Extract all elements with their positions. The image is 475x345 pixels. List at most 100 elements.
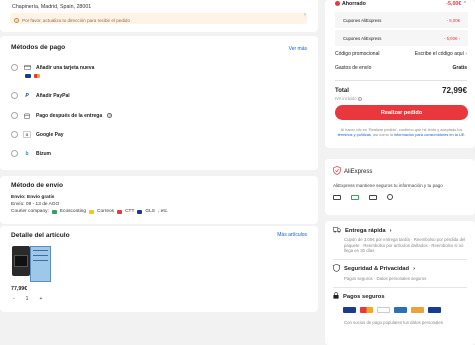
help-icon[interactable]: ?	[107, 113, 113, 118]
payment-option-google-pay[interactable]: G Google Pay	[11, 131, 64, 138]
courier-name: CTT	[125, 209, 135, 214]
jcb-icon	[428, 307, 441, 313]
calendar-icon	[23, 112, 31, 119]
fast-delivery-header[interactable]: Entrega rápida ›	[333, 227, 467, 235]
diners-icon	[377, 307, 390, 313]
courier-name: GLS	[145, 209, 155, 214]
ctt-icon	[117, 209, 123, 214]
courier-list: Courier company: Ecoscooting Correos CTT…	[11, 209, 307, 214]
chevron-right-icon[interactable]: ›	[390, 228, 392, 234]
chevron-up-icon[interactable]: ⌃	[463, 1, 467, 7]
shipping-cost-label: Gastos de envío	[335, 65, 372, 71]
promo-code-row[interactable]: Código promocional Escribe el código aqu…	[335, 51, 467, 57]
product-image[interactable]	[12, 246, 30, 276]
coupon-value: - 5,00€	[443, 35, 458, 41]
security-badge-icon	[369, 194, 377, 200]
aliexpress-trust-card: AliExpress AliExpress mantiene seguros t…	[325, 159, 475, 215]
payment-option-label: Añadir una tarjeta nueva	[36, 64, 95, 71]
safekey-icon	[394, 307, 407, 313]
more-items-link[interactable]: Más artículos	[277, 232, 307, 238]
paypal-icon: P	[25, 92, 29, 99]
legal-notice: Al hacer clic en 'Realizar pedido', conf…	[335, 127, 468, 137]
payment-option-cash-on-delivery[interactable]: Pago después de la entrega ?	[11, 112, 113, 119]
shipping-method-card: Método de envío Envío: Envío gratis Enví…	[0, 176, 318, 224]
chevron-right-icon[interactable]: ›	[465, 51, 467, 57]
payment-option-bizum[interactable]: b Bizum	[11, 150, 51, 157]
chevron-right-icon[interactable]: ›	[459, 36, 460, 41]
legal-mid: , así como la	[370, 132, 393, 138]
payment-option-label: Pago después de la entrega	[36, 112, 103, 119]
payment-option-paypal[interactable]: P Añadir PayPal	[11, 92, 70, 99]
benefits-card: Entrega rápida › Cupón de 3,00€ por entr…	[325, 221, 475, 345]
google-pay-icon: G	[23, 131, 31, 138]
security-privacy-title: Seguridad & Privacidad	[344, 266, 410, 272]
payment-option-label: Bizum	[36, 150, 51, 157]
shield-check-icon	[333, 166, 341, 177]
payment-title: Métodos de pago	[11, 44, 66, 51]
mastercard-icon	[34, 74, 40, 78]
chevron-right-icon[interactable]: ›	[413, 266, 415, 272]
info-icon[interactable]: i	[357, 97, 362, 101]
divider	[335, 80, 467, 81]
payment-see-more-link[interactable]: Ver más	[289, 46, 307, 52]
checkout-main: Chapinería, Madrid, Spain, 28001 ! Por f…	[0, 0, 318, 312]
divider	[333, 258, 467, 259]
radio-button[interactable]	[11, 150, 18, 157]
terms-link[interactable]: términos y políticas	[338, 132, 371, 137]
qty-decrease-button[interactable]: -	[13, 296, 15, 302]
place-order-button[interactable]: Realizar pedido	[335, 105, 468, 120]
coupon-label: Cupones AliExpress	[343, 35, 382, 41]
mastercard-icon	[360, 307, 373, 313]
eu-info-link[interactable]: información para consumidores en la UE	[394, 132, 464, 137]
payment-option-new-card[interactable]: Añadir una tarjeta nueva	[11, 64, 94, 71]
security-privacy-text: Pagos seguros · Datos personales seguros	[344, 276, 427, 281]
product-image[interactable]	[30, 246, 51, 282]
aliexpress-desc: AliExpress mantiene seguros tu informaci…	[333, 183, 443, 188]
security-privacy-header[interactable]: Seguridad & Privacidad ›	[333, 264, 467, 274]
visa-icon	[343, 307, 356, 313]
item-price: 77,99€	[11, 286, 28, 292]
payment-option-label: Google Pay	[36, 131, 64, 138]
lock-icon	[333, 292, 339, 301]
bizum-icon: b	[25, 150, 29, 157]
chevron-right-icon[interactable]: ›	[304, 12, 306, 18]
fast-delivery-title: Entrega rápida	[345, 228, 386, 234]
card-brand-logos	[25, 74, 40, 78]
radio-button[interactable]	[11, 131, 18, 138]
aliexpress-header: AliExpress	[333, 166, 467, 177]
saved-label: Ahorrado	[342, 1, 366, 7]
qty-increase-button[interactable]: +	[39, 296, 42, 302]
shipping-cost-row: Gastos de envío Gratis	[335, 65, 467, 71]
qty-value[interactable]: 1	[26, 296, 29, 302]
address-card: Chapinería, Madrid, Spain, 28001 ! Por f…	[0, 0, 318, 32]
aliexpress-brand: AliExpress	[344, 168, 373, 175]
payment-option-label: Añadir PayPal	[36, 92, 70, 99]
visa-icon	[25, 74, 31, 78]
discount-icon	[335, 1, 340, 7]
address-warning: ! Por favor, actualiza tu dirección para…	[10, 13, 307, 24]
secure-payments-header: Pagos seguros	[333, 292, 467, 301]
legal-end: .	[464, 132, 466, 138]
coupon-label: Cupones AliExpress	[343, 17, 382, 23]
paypal-icon	[411, 307, 424, 313]
info-icon: !	[14, 17, 19, 23]
security-badge-icon	[351, 194, 359, 200]
vat-note-text: IVA incluido	[335, 96, 357, 101]
quantity-stepper: - 1 +	[13, 296, 42, 302]
radio-button[interactable]	[11, 112, 18, 119]
ecoscooting-icon	[51, 209, 57, 214]
correos-icon	[89, 209, 94, 214]
fast-delivery-text: Cupón de 3,00€ por entrega tardía · Reem…	[344, 237, 466, 253]
promo-label: Código promocional	[335, 51, 380, 57]
coupon-row[interactable]: Cupones AliExpress - 5,00€ ›	[335, 30, 468, 46]
gls-icon	[137, 209, 143, 214]
coupon-value: - 5,00€	[446, 17, 460, 23]
radio-button[interactable]	[11, 64, 18, 71]
promo-input[interactable]: Escribe el código aquí	[415, 51, 464, 57]
radio-button[interactable]	[11, 92, 18, 99]
credit-card-icon	[23, 64, 31, 71]
saved-row[interactable]: Ahorrado -5,00€ ⌃	[335, 1, 467, 7]
shipping-cost-value: Gratis	[452, 65, 467, 71]
coupon-row[interactable]: Cupones AliExpress - 5,00€	[335, 12, 468, 28]
shipping-dates: Envío: 09 - 13 de AGO	[11, 202, 60, 207]
